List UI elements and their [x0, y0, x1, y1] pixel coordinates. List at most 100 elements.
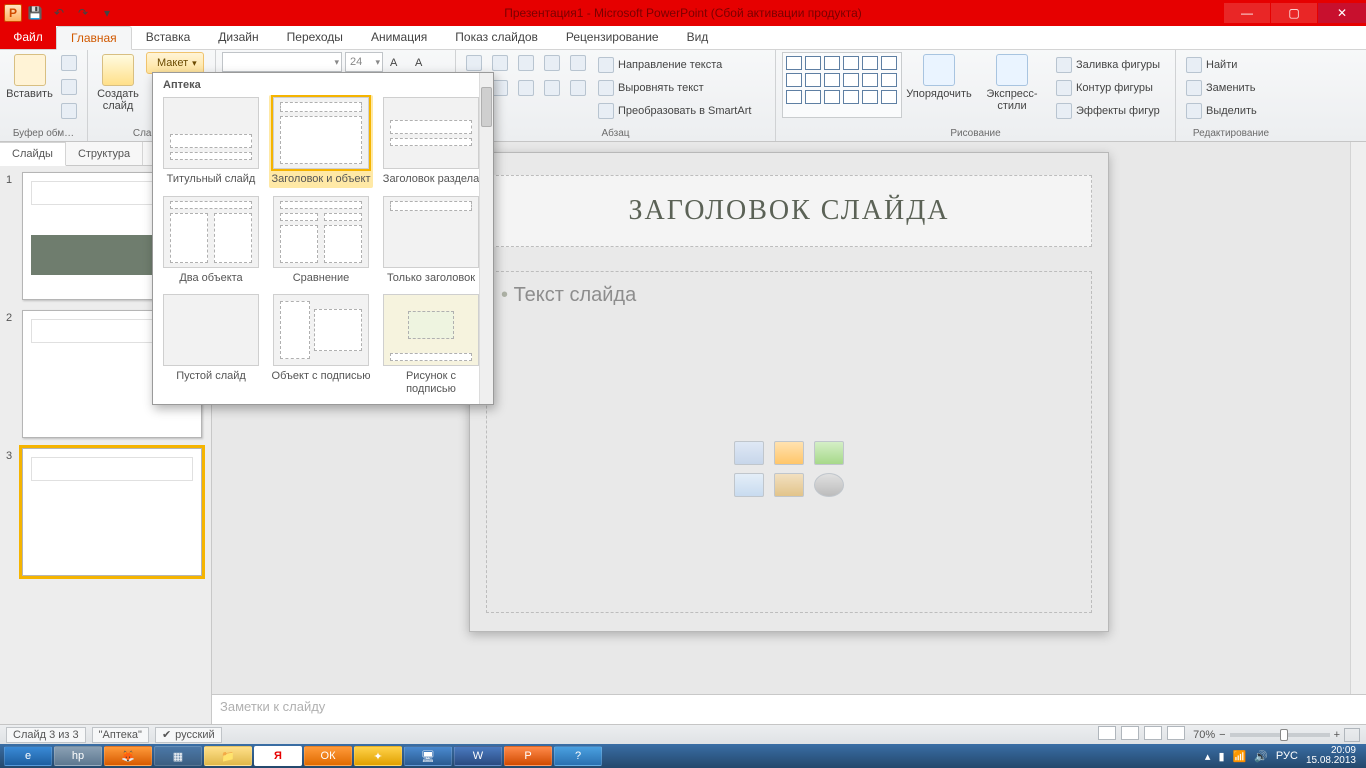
taskbar-explorer[interactable]: 📁 — [204, 746, 252, 766]
font-family-combo[interactable] — [222, 52, 342, 72]
undo-icon[interactable]: ↶ — [48, 2, 70, 24]
layout-two-content[interactable]: Два объекта — [159, 194, 263, 287]
taskbar-word[interactable]: W — [454, 746, 502, 766]
notes-pane[interactable]: Заметки к слайду — [212, 694, 1366, 724]
reading-view-button[interactable] — [1144, 726, 1162, 740]
tray-lang[interactable]: РУС — [1276, 750, 1298, 762]
redo-icon[interactable]: ↷ — [72, 2, 94, 24]
tray-battery-icon[interactable]: ▮ — [1218, 750, 1224, 763]
shape-icon[interactable] — [843, 56, 859, 70]
shapes-gallery[interactable] — [782, 52, 902, 118]
layout-blank[interactable]: Пустой слайд — [159, 292, 263, 397]
shape-outline-button[interactable]: Контур фигуры — [1052, 77, 1164, 99]
grow-font-button[interactable]: A — [386, 52, 408, 74]
shape-icon[interactable] — [881, 56, 897, 70]
shape-icon[interactable] — [862, 56, 878, 70]
zoom-slider[interactable] — [1230, 733, 1330, 737]
new-slide-button[interactable]: Создать слайд — [94, 52, 142, 112]
fit-window-button[interactable] — [1344, 728, 1360, 742]
layout-section-header[interactable]: Заголовок раздела — [379, 95, 483, 188]
shape-icon[interactable] — [862, 73, 878, 87]
bullets-button[interactable] — [462, 52, 486, 74]
save-icon[interactable]: 💾 — [24, 2, 46, 24]
shape-icon[interactable] — [805, 90, 821, 104]
slide-thumbnail[interactable] — [22, 448, 202, 576]
layout-button[interactable]: Макет ▾ — [146, 52, 204, 74]
taskbar-ie[interactable]: e — [4, 746, 52, 766]
taskbar-ok[interactable]: ОК — [304, 746, 352, 766]
shape-icon[interactable] — [786, 73, 802, 87]
shape-icon[interactable] — [843, 73, 859, 87]
arrange-button[interactable]: Упорядочить — [906, 52, 972, 100]
inc-indent-button[interactable] — [540, 52, 564, 74]
quick-styles-button[interactable]: Экспресс-стили — [976, 52, 1048, 112]
layout-title-slide[interactable]: Титульный слайд — [159, 95, 263, 188]
status-language[interactable]: ✔ русский — [155, 727, 222, 743]
shape-fill-button[interactable]: Заливка фигуры — [1052, 54, 1164, 76]
font-size-combo[interactable]: 24 — [345, 52, 383, 72]
text-direction-button[interactable]: Направление текста — [594, 54, 755, 76]
sorter-view-button[interactable] — [1121, 726, 1139, 740]
convert-smartart-button[interactable]: Преобразовать в SmartArt — [594, 100, 755, 122]
editor-scrollbar[interactable] — [1350, 142, 1366, 694]
slide-title-placeholder[interactable]: ЗАГОЛОВОК СЛАЙДА — [486, 175, 1092, 247]
zoom-out-button[interactable]: − — [1219, 729, 1225, 741]
shape-icon[interactable] — [824, 73, 840, 87]
taskbar-app3[interactable]: 🖥 — [404, 746, 452, 766]
shape-icon[interactable] — [805, 73, 821, 87]
tab-animation[interactable]: Анимация — [357, 25, 441, 49]
zoom-in-button[interactable]: + — [1334, 729, 1340, 741]
slide-body-placeholder[interactable]: Текст слайда — [486, 271, 1092, 613]
taskbar-help[interactable]: ? — [554, 746, 602, 766]
tab-insert[interactable]: Вставка — [132, 25, 205, 49]
taskbar-firefox[interactable]: 🦊 — [104, 746, 152, 766]
qat-more-icon[interactable]: ▾ — [96, 2, 118, 24]
shape-effects-button[interactable]: Эффекты фигур — [1052, 100, 1164, 122]
select-button[interactable]: Выделить — [1182, 100, 1261, 122]
shape-icon[interactable] — [786, 56, 802, 70]
taskbar-yandex[interactable]: Я — [254, 746, 302, 766]
shape-icon[interactable] — [843, 90, 859, 104]
insert-media-icon[interactable] — [814, 473, 844, 497]
slide-thumb-row[interactable]: 3 — [6, 448, 205, 576]
insert-picture-icon[interactable] — [734, 473, 764, 497]
tab-transitions[interactable]: Переходы — [273, 25, 357, 49]
taskbar-app2[interactable]: ✦ — [354, 746, 402, 766]
shape-icon[interactable] — [862, 90, 878, 104]
shape-icon[interactable] — [881, 73, 897, 87]
tray-clock[interactable]: 20:09 15.08.2013 — [1306, 746, 1356, 767]
copy-button[interactable] — [57, 76, 81, 98]
layout-comparison[interactable]: Сравнение — [269, 194, 373, 287]
shape-icon[interactable] — [824, 90, 840, 104]
tray-up-icon[interactable]: ▴ — [1205, 750, 1211, 763]
shape-icon[interactable] — [805, 56, 821, 70]
taskbar-hp[interactable]: hp — [54, 746, 102, 766]
file-tab[interactable]: Файл — [0, 25, 56, 49]
tab-review[interactable]: Рецензирование — [552, 25, 673, 49]
formatpainter-button[interactable] — [57, 100, 81, 122]
line-spacing-button[interactable] — [566, 52, 590, 74]
insert-smartart-icon[interactable] — [814, 441, 844, 465]
slideshow-view-button[interactable] — [1167, 726, 1185, 740]
insert-chart-icon[interactable] — [774, 441, 804, 465]
normal-view-button[interactable] — [1098, 726, 1116, 740]
align-justify-button[interactable] — [540, 77, 564, 99]
layout-dropdown-scrollbar[interactable] — [479, 73, 493, 404]
numbering-button[interactable] — [488, 52, 512, 74]
align-right-button[interactable] — [514, 77, 538, 99]
tab-slideshow[interactable]: Показ слайдов — [441, 25, 552, 49]
close-button[interactable]: ✕ — [1318, 3, 1366, 23]
replace-button[interactable]: Заменить — [1182, 77, 1261, 99]
tab-home[interactable]: Главная — [56, 26, 132, 50]
cut-button[interactable] — [57, 52, 81, 74]
insert-clipart-icon[interactable] — [774, 473, 804, 497]
panel-tab-outline[interactable]: Структура — [66, 142, 143, 165]
align-text-button[interactable]: Выровнять текст — [594, 77, 755, 99]
paste-button[interactable]: Вставить — [6, 52, 53, 100]
taskbar-app1[interactable]: ▦ — [154, 746, 202, 766]
columns-button[interactable] — [566, 77, 590, 99]
tray-volume-icon[interactable]: 🔊 — [1254, 750, 1268, 763]
tray-network-icon[interactable]: 📶 — [1233, 750, 1247, 763]
minimize-button[interactable]: — — [1224, 3, 1270, 23]
tab-view[interactable]: Вид — [673, 25, 723, 49]
